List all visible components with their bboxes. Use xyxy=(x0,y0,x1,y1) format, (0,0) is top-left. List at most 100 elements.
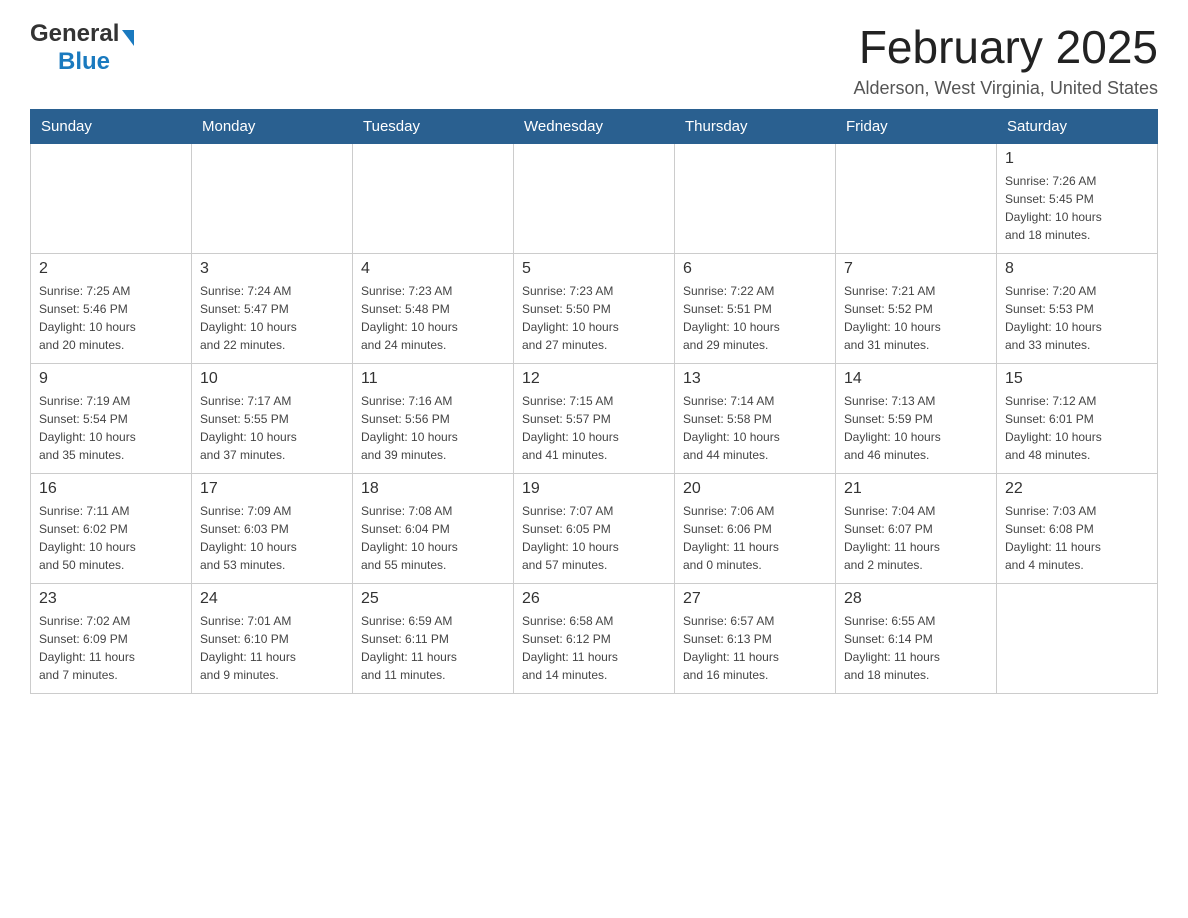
day-number: 23 xyxy=(39,590,183,608)
calendar-cell: 18 Sunrise: 7:08 AM Sunset: 6:04 PM Dayli… xyxy=(353,474,514,584)
calendar-cell: 23 Sunrise: 7:02 AM Sunset: 6:09 PM Dayli… xyxy=(31,584,192,694)
day-info: Sunrise: 7:09 AM Sunset: 6:03 PM Dayligh… xyxy=(200,502,344,574)
day-number: 21 xyxy=(844,480,988,498)
calendar-table: SundayMondayTuesdayWednesdayThursdayFrid… xyxy=(30,109,1158,694)
day-info: Sunrise: 7:20 AM Sunset: 5:53 PM Dayligh… xyxy=(1005,282,1149,354)
calendar-cell: 10Sunrise: 7:17 AM Sunset: 5:55 PM Dayli… xyxy=(192,364,353,474)
day-number: 16 xyxy=(39,480,183,498)
day-info: Sunrise: 7:11 AM Sunset: 6:02 PM Dayligh… xyxy=(39,502,183,574)
calendar-week-row: 9 Sunrise: 7:19 AM Sunset: 5:54 PM Daylig… xyxy=(31,364,1158,474)
calendar-cell xyxy=(836,144,997,254)
calendar-cell: 11Sunrise: 7:16 AM Sunset: 5:56 PM Dayli… xyxy=(353,364,514,474)
day-info: Sunrise: 7:19 AM Sunset: 5:54 PM Dayligh… xyxy=(39,392,183,464)
calendar-cell: 26 Sunrise: 6:58 AM Sunset: 6:12 PM Dayli… xyxy=(514,584,675,694)
calendar-cell xyxy=(514,144,675,254)
day-number: 22 xyxy=(1005,480,1149,498)
day-info: Sunrise: 6:58 AM Sunset: 6:12 PM Dayligh… xyxy=(522,612,666,684)
day-info: Sunrise: 7:03 AM Sunset: 6:08 PM Dayligh… xyxy=(1005,502,1149,574)
calendar-cell: 27 Sunrise: 6:57 AM Sunset: 6:13 PM Dayli… xyxy=(675,584,836,694)
day-info: Sunrise: 7:04 AM Sunset: 6:07 PM Dayligh… xyxy=(844,502,988,574)
calendar-cell xyxy=(675,144,836,254)
calendar-cell: 28Sunrise: 6:55 AM Sunset: 6:14 PM Dayli… xyxy=(836,584,997,694)
day-number: 8 xyxy=(1005,260,1149,278)
day-number: 19 xyxy=(522,480,666,498)
day-info: Sunrise: 6:55 AM Sunset: 6:14 PM Dayligh… xyxy=(844,612,988,684)
day-info: Sunrise: 7:12 AM Sunset: 6:01 PM Dayligh… xyxy=(1005,392,1149,464)
calendar-cell: 7 Sunrise: 7:21 AM Sunset: 5:52 PM Daylig… xyxy=(836,254,997,364)
day-number: 6 xyxy=(683,260,827,278)
weekday-header-sunday: Sunday xyxy=(31,110,192,144)
weekday-header-monday: Monday xyxy=(192,110,353,144)
day-info: Sunrise: 7:07 AM Sunset: 6:05 PM Dayligh… xyxy=(522,502,666,574)
day-number: 4 xyxy=(361,260,505,278)
weekday-header-tuesday: Tuesday xyxy=(353,110,514,144)
day-info: Sunrise: 7:14 AM Sunset: 5:58 PM Dayligh… xyxy=(683,392,827,464)
calendar-week-row: 16 Sunrise: 7:11 AM Sunset: 6:02 PM Dayli… xyxy=(31,474,1158,584)
day-number: 17 xyxy=(200,480,344,498)
day-info: Sunrise: 7:01 AM Sunset: 6:10 PM Dayligh… xyxy=(200,612,344,684)
day-info: Sunrise: 6:57 AM Sunset: 6:13 PM Dayligh… xyxy=(683,612,827,684)
calendar-header-row: SundayMondayTuesdayWednesdayThursdayFrid… xyxy=(31,110,1158,144)
day-number: 18 xyxy=(361,480,505,498)
day-info: Sunrise: 7:23 AM Sunset: 5:48 PM Dayligh… xyxy=(361,282,505,354)
calendar-cell: 22 Sunrise: 7:03 AM Sunset: 6:08 PM Dayli… xyxy=(997,474,1158,584)
weekday-header-wednesday: Wednesday xyxy=(514,110,675,144)
calendar-cell: 15 Sunrise: 7:12 AM Sunset: 6:01 PM Dayli… xyxy=(997,364,1158,474)
calendar-cell: 21 Sunrise: 7:04 AM Sunset: 6:07 PM Dayli… xyxy=(836,474,997,584)
day-number: 9 xyxy=(39,370,183,388)
calendar-cell: 24 Sunrise: 7:01 AM Sunset: 6:10 PM Dayli… xyxy=(192,584,353,694)
calendar-cell: 3 Sunrise: 7:24 AM Sunset: 5:47 PM Daylig… xyxy=(192,254,353,364)
day-info: Sunrise: 7:02 AM Sunset: 6:09 PM Dayligh… xyxy=(39,612,183,684)
calendar-cell: 6 Sunrise: 7:22 AM Sunset: 5:51 PM Daylig… xyxy=(675,254,836,364)
logo-blue-text: Blue xyxy=(58,48,110,75)
calendar-cell: 14 Sunrise: 7:13 AM Sunset: 5:59 PM Dayli… xyxy=(836,364,997,474)
day-info: Sunrise: 7:26 AM Sunset: 5:45 PM Dayligh… xyxy=(1005,172,1149,244)
weekday-header-saturday: Saturday xyxy=(997,110,1158,144)
calendar-cell: 20 Sunrise: 7:06 AM Sunset: 6:06 PM Dayli… xyxy=(675,474,836,584)
day-number: 1 xyxy=(1005,150,1149,168)
day-info: Sunrise: 7:22 AM Sunset: 5:51 PM Dayligh… xyxy=(683,282,827,354)
day-info: Sunrise: 7:08 AM Sunset: 6:04 PM Dayligh… xyxy=(361,502,505,574)
calendar-cell: 9 Sunrise: 7:19 AM Sunset: 5:54 PM Daylig… xyxy=(31,364,192,474)
day-info: Sunrise: 7:06 AM Sunset: 6:06 PM Dayligh… xyxy=(683,502,827,574)
location-text: Alderson, West Virginia, United States xyxy=(854,78,1159,99)
day-info: Sunrise: 7:21 AM Sunset: 5:52 PM Dayligh… xyxy=(844,282,988,354)
day-number: 20 xyxy=(683,480,827,498)
day-info: Sunrise: 7:25 AM Sunset: 5:46 PM Dayligh… xyxy=(39,282,183,354)
month-title: February 2025 xyxy=(854,20,1159,74)
title-block: February 2025 Alderson, West Virginia, U… xyxy=(854,20,1159,99)
day-number: 12 xyxy=(522,370,666,388)
day-info: Sunrise: 7:24 AM Sunset: 5:47 PM Dayligh… xyxy=(200,282,344,354)
calendar-week-row: 2 Sunrise: 7:25 AM Sunset: 5:46 PM Daylig… xyxy=(31,254,1158,364)
day-number: 26 xyxy=(522,590,666,608)
calendar-cell: 16 Sunrise: 7:11 AM Sunset: 6:02 PM Dayli… xyxy=(31,474,192,584)
calendar-cell: 8 Sunrise: 7:20 AM Sunset: 5:53 PM Daylig… xyxy=(997,254,1158,364)
day-number: 14 xyxy=(844,370,988,388)
day-number: 5 xyxy=(522,260,666,278)
day-number: 3 xyxy=(200,260,344,278)
calendar-cell: 2 Sunrise: 7:25 AM Sunset: 5:46 PM Daylig… xyxy=(31,254,192,364)
calendar-week-row: 23 Sunrise: 7:02 AM Sunset: 6:09 PM Dayli… xyxy=(31,584,1158,694)
day-info: Sunrise: 7:23 AM Sunset: 5:50 PM Dayligh… xyxy=(522,282,666,354)
day-number: 15 xyxy=(1005,370,1149,388)
day-number: 27 xyxy=(683,590,827,608)
day-info: Sunrise: 7:13 AM Sunset: 5:59 PM Dayligh… xyxy=(844,392,988,464)
logo: General Blue xyxy=(30,20,134,76)
logo-general-text: General xyxy=(30,20,119,48)
logo-triangle-icon xyxy=(122,30,134,46)
calendar-cell: 1 Sunrise: 7:26 AM Sunset: 5:45 PM Daylig… xyxy=(997,144,1158,254)
day-info: Sunrise: 7:17 AM Sunset: 5:55 PM Dayligh… xyxy=(200,392,344,464)
calendar-cell: 19 Sunrise: 7:07 AM Sunset: 6:05 PM Dayli… xyxy=(514,474,675,584)
calendar-week-row: 1 Sunrise: 7:26 AM Sunset: 5:45 PM Daylig… xyxy=(31,144,1158,254)
calendar-cell: 25Sunrise: 6:59 AM Sunset: 6:11 PM Dayli… xyxy=(353,584,514,694)
calendar-cell xyxy=(192,144,353,254)
calendar-cell: 13Sunrise: 7:14 AM Sunset: 5:58 PM Dayli… xyxy=(675,364,836,474)
calendar-cell xyxy=(997,584,1158,694)
day-number: 24 xyxy=(200,590,344,608)
page-header: General Blue February 2025 Alderson, Wes… xyxy=(30,20,1158,99)
calendar-cell: 4 Sunrise: 7:23 AM Sunset: 5:48 PM Daylig… xyxy=(353,254,514,364)
day-number: 7 xyxy=(844,260,988,278)
weekday-header-friday: Friday xyxy=(836,110,997,144)
weekday-header-thursday: Thursday xyxy=(675,110,836,144)
day-number: 2 xyxy=(39,260,183,278)
